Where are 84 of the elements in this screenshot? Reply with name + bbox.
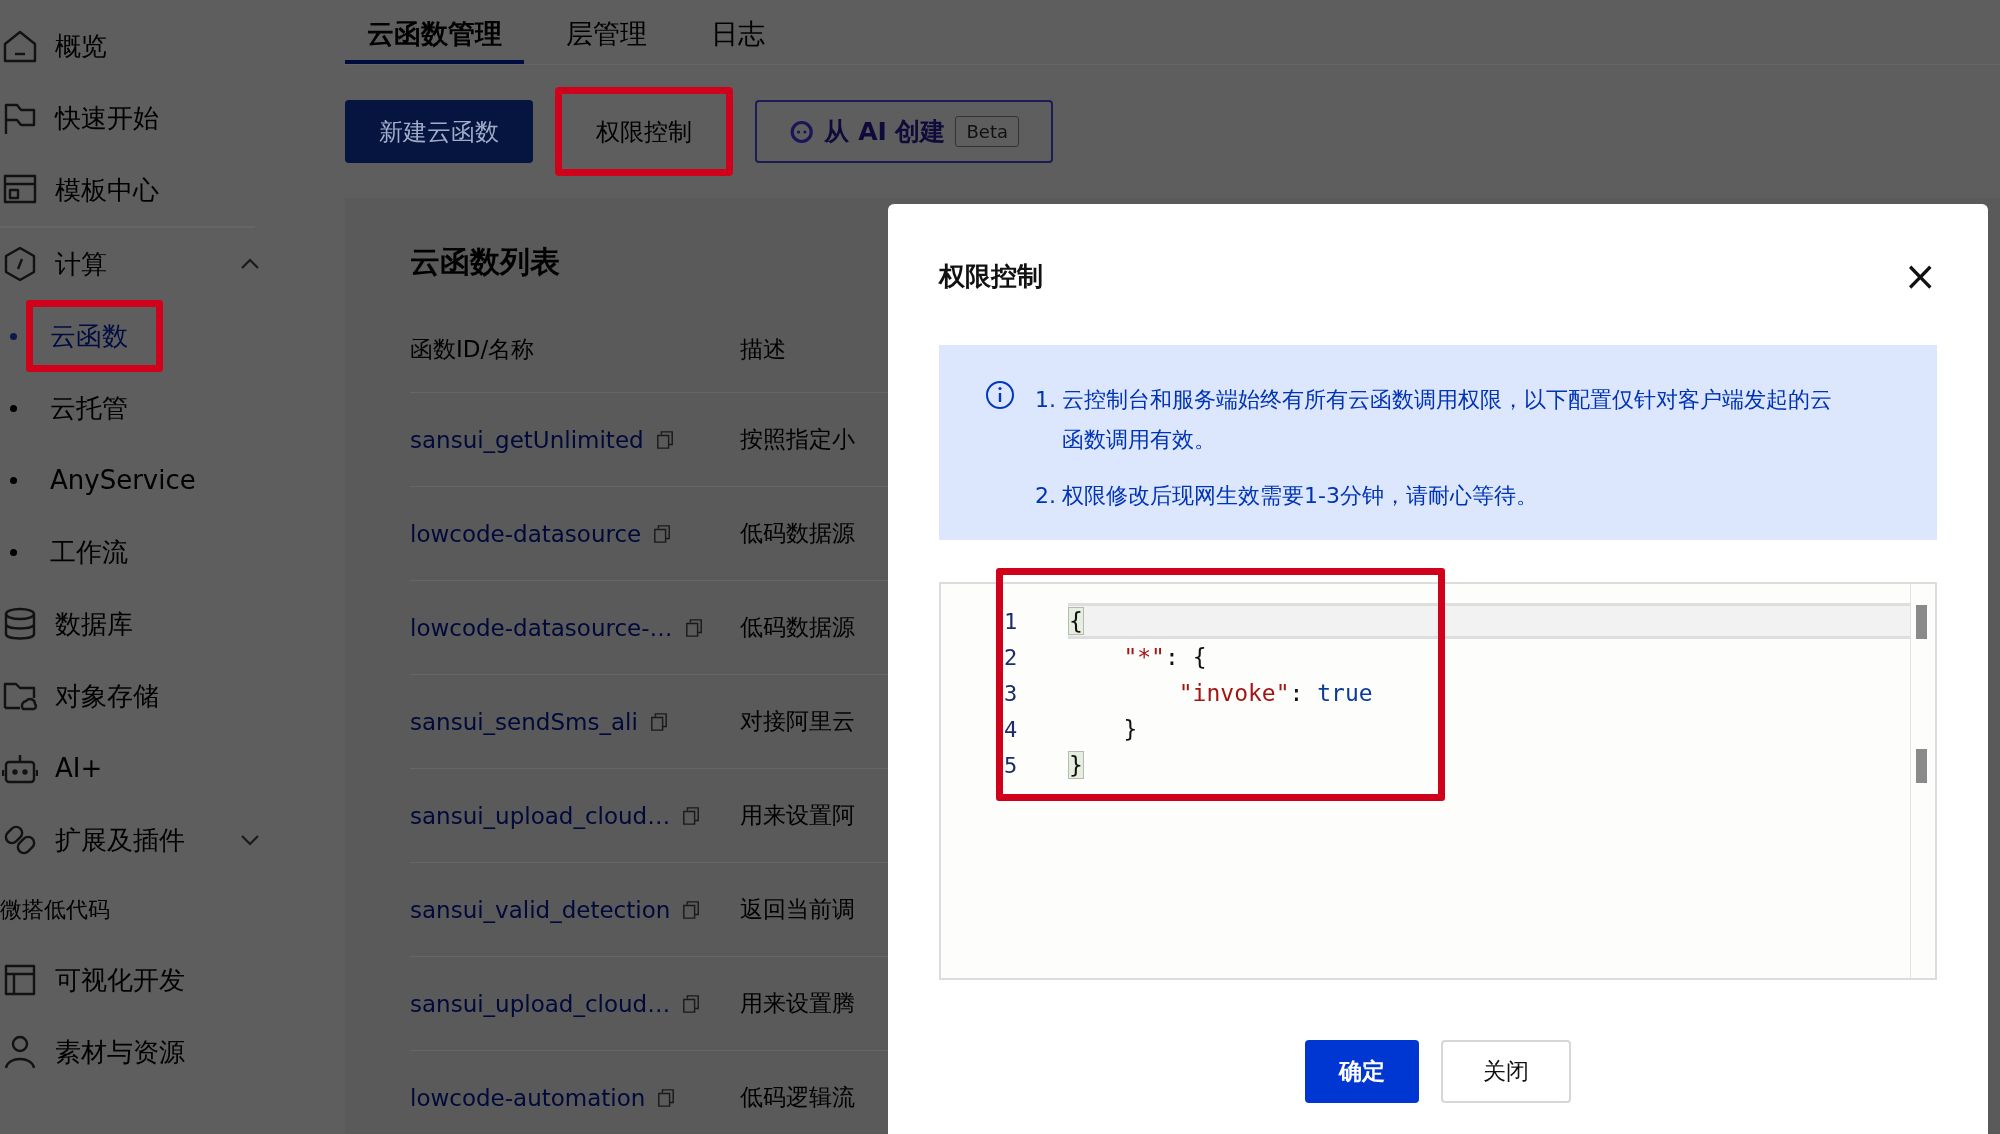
notice-text: 云控制台和服务端始终有所有云函数调用权限，以下配置仅针对客户端发起的云函数调用有效。 <box>1062 386 1833 454</box>
function-link[interactable]: lowcode-datasource-… <box>410 614 673 641</box>
card-title: 云函数列表 <box>410 243 560 281</box>
sidebar-section-label: 微搭低代码 <box>0 896 111 924</box>
sidebar-item[interactable]: AnyService <box>26 444 231 516</box>
chevron-up-icon[interactable] <box>240 258 260 270</box>
sidebar-item[interactable]: 云函数 <box>26 300 163 372</box>
copy-icon[interactable] <box>682 899 701 920</box>
table-cell-text: 用来设置阿 <box>740 801 856 830</box>
line-number: 1 <box>1003 608 1019 634</box>
code-token: true <box>1317 680 1373 706</box>
code-token: { <box>1068 607 1084 635</box>
sidebar-item[interactable]: 数据库 <box>0 588 262 660</box>
close-button[interactable]: × <box>1897 256 1943 296</box>
tab[interactable]: 层管理 <box>544 0 669 64</box>
notice-text: 权限修改后现网生效需要1-3分钟，请耐心等待。 <box>1062 482 1539 510</box>
ai-create-button[interactable]: 从 AI 创建 Beta <box>755 100 1053 163</box>
code-token: } <box>1068 751 1084 779</box>
sidebar-item[interactable]: 计算 <box>0 228 262 300</box>
tab[interactable]: 云函数管理 <box>345 0 524 64</box>
line-number: 2 <box>1003 644 1019 670</box>
line-number: 3 <box>1003 680 1019 706</box>
sidebar-item[interactable]: 扩展及插件 <box>0 804 262 876</box>
layout-icon <box>2 962 38 998</box>
close-dialog-button[interactable]: 关闭 <box>1441 1040 1571 1103</box>
copy-icon[interactable] <box>682 805 701 826</box>
function-link[interactable]: sansui_getUnlimited <box>410 426 644 453</box>
copy-icon[interactable] <box>655 429 674 450</box>
confirm-button[interactable]: 确定 <box>1305 1040 1419 1103</box>
sidebar-item[interactable]: 概览 <box>0 10 262 82</box>
permission-button[interactable]: 权限控制 <box>555 87 733 176</box>
list-number: 2. <box>1035 482 1056 510</box>
line-number: 4 <box>1003 716 1019 742</box>
table-cell-text: 用来设置腾 <box>740 989 856 1018</box>
function-link[interactable]: sansui_valid_detection <box>410 896 671 923</box>
bullet-icon <box>10 476 17 484</box>
hexagon-icon <box>2 246 38 282</box>
sidebar-item[interactable]: 模板中心 <box>0 154 262 226</box>
bullet-icon <box>10 548 17 556</box>
table-cell-text: 按照指定小 <box>740 425 856 454</box>
function-link[interactable]: lowcode-datasource <box>410 520 642 547</box>
function-link[interactable]: sansui_upload_cloud… <box>410 990 671 1017</box>
sidebar-item[interactable]: 素材与资源 <box>0 1016 262 1088</box>
table-cell-text: 低码逻辑流 <box>740 1083 856 1112</box>
sidebar-item[interactable]: 对象存储 <box>0 660 262 732</box>
code-editor[interactable]: 1 { 2 "*": { 3 "invoke": true 4 } 5 } <box>939 582 1937 980</box>
database-icon <box>2 606 38 642</box>
code-token: : { <box>1164 644 1207 670</box>
function-link[interactable]: lowcode-automation <box>410 1084 646 1111</box>
bullet-icon <box>10 404 17 412</box>
person-icon <box>2 1034 38 1070</box>
copy-icon[interactable] <box>653 523 672 544</box>
line-number: 5 <box>1003 752 1019 778</box>
table-cell-text: 低码数据源 <box>740 519 856 548</box>
button-label: 从 AI 创建 <box>824 116 946 148</box>
code-token: "*" <box>1122 644 1165 670</box>
sidebar-item[interactable]: AI+ <box>0 732 262 804</box>
copy-icon[interactable] <box>657 1087 676 1108</box>
column-header: 函数ID/名称 <box>410 334 536 364</box>
house-icon <box>2 28 38 64</box>
function-link[interactable]: sansui_sendSms_ali <box>410 708 638 735</box>
sidebar-item[interactable]: 工作流 <box>26 516 163 588</box>
info-icon <box>985 380 1015 410</box>
code-token: : <box>1289 680 1305 706</box>
tab[interactable]: 日志 <box>689 0 787 64</box>
copy-icon[interactable] <box>682 993 701 1014</box>
sidebar-item[interactable]: 可视化开发 <box>0 944 262 1016</box>
copy-icon[interactable] <box>684 617 703 638</box>
table-cell-text: 低码数据源 <box>740 613 856 642</box>
list-number: 1. <box>1035 386 1056 414</box>
function-link[interactable]: sansui_upload_cloud… <box>410 802 671 829</box>
code-token: "invoke" <box>1177 680 1290 706</box>
table-cell-text: 对接阿里云 <box>740 707 856 736</box>
code-token: } <box>1122 716 1138 742</box>
column-header: 描述 <box>740 334 787 364</box>
table-cell-text: 返回当前调 <box>740 895 856 924</box>
create-button[interactable]: 新建云函数 <box>345 100 533 163</box>
sidebar-item[interactable]: 云托管 <box>26 372 163 444</box>
sidebar-item[interactable]: 快速开始 <box>0 82 262 154</box>
beta-badge: Beta <box>955 116 1019 147</box>
copy-icon[interactable] <box>649 711 668 732</box>
bullet-icon <box>10 332 17 340</box>
chevron-down-icon[interactable] <box>240 834 260 846</box>
dialog-title: 权限控制 <box>939 259 1043 293</box>
